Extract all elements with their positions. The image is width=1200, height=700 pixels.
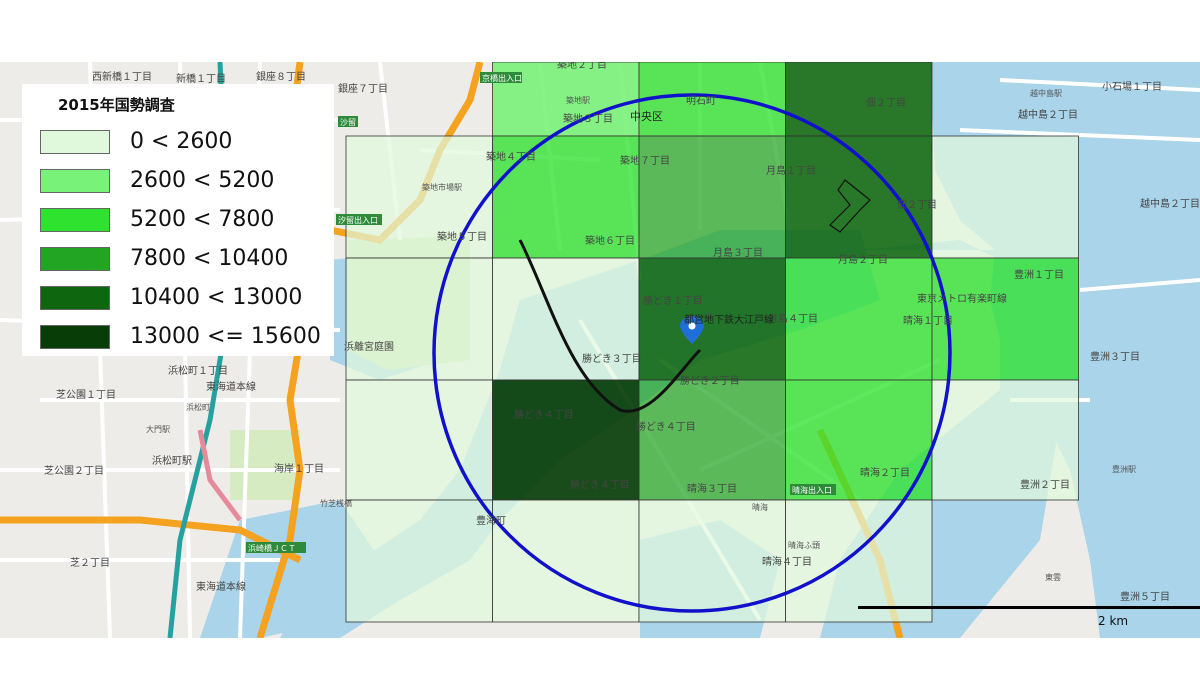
label-harumi: 晴海: [752, 502, 768, 512]
label-kachidoki5: 勝どき４丁目: [514, 408, 574, 421]
label-harumi1: 晴海１丁目: [903, 314, 953, 327]
label-nishiginbashi: 西新橋１丁目: [92, 70, 152, 83]
legend-swatch: [40, 208, 110, 232]
label-hamamatsucho1: 浜松町１丁目: [168, 364, 228, 377]
legend-swatch: [40, 286, 110, 310]
legend-swatch: [40, 169, 110, 193]
label-etchujimastation: 越中島駅: [1030, 88, 1062, 98]
grid-cell: [785, 379, 933, 501]
label-kaigan1: 海岸１丁目: [274, 462, 324, 475]
legend-swatch: [40, 247, 110, 271]
legend-title: 2015年国勢調査: [58, 96, 175, 114]
label-tsukiji2: 築地２丁目: [557, 62, 607, 71]
label-ginza8: 銀座８丁目: [256, 70, 306, 83]
label-toyomicho: 豊海町: [476, 514, 506, 527]
label-tsukishima3: 月島３丁目: [713, 246, 763, 259]
label-toyosu5: 豊洲５丁目: [1120, 590, 1170, 603]
legend-label: 0 < 2600: [130, 129, 233, 154]
label-daimon: 大門駅: [146, 424, 170, 434]
label-kachidoki4: 勝どき４丁目: [636, 420, 696, 433]
legend-row: 10400 < 13000: [40, 284, 330, 312]
legend-label: 5200 < 7800: [130, 207, 275, 232]
label-hamamatsucho: 浜松町: [186, 402, 210, 412]
label-harumifuto: 晴海ふ頭: [788, 540, 820, 550]
grid-cell: [345, 257, 493, 381]
label-etchujima: 越中島２丁目: [1140, 197, 1200, 210]
label-tsukishima2: 月島２丁目: [838, 253, 888, 266]
legend-row: 13000 <= 15600: [40, 323, 330, 351]
label-tokaido: 東海道本線: [206, 380, 256, 393]
scale-label: 2 km: [1098, 614, 1129, 628]
label-shibakoen1: 芝公園１丁目: [56, 388, 116, 401]
label-tsukuda2: 佃２丁目: [866, 96, 906, 109]
legend-swatch: [40, 130, 110, 154]
sign-harumiexit-text: 晴海出入口: [792, 485, 832, 495]
label-kachidoki6: 勝どき４丁目: [570, 478, 630, 491]
scale-bar: [858, 606, 1200, 609]
label-harumi2: 晴海２丁目: [860, 466, 910, 479]
label-tsukishima4: 月島４丁目: [768, 312, 818, 325]
label-jimbo: 浜松町駅: [152, 454, 192, 467]
legend-row: 0 < 2600: [40, 128, 330, 156]
legend-label: 13000 <= 15600: [130, 324, 321, 349]
label-takeshiba: 竹芝桟橋: [320, 498, 352, 508]
label-toyosustation: 豊洲駅: [1112, 464, 1136, 474]
label-hamarikyu: 浜離宮庭園: [344, 340, 394, 353]
legend-label: 2600 < 5200: [130, 168, 275, 193]
label-tsukiji3: 築地３丁目: [563, 112, 613, 125]
legend-panel: 2015年国勢調査 0 < 2600 2600 < 5200 5200 < 78…: [22, 84, 334, 356]
label-ginza7: 銀座７丁目: [338, 82, 388, 95]
grid-cell: [492, 499, 640, 623]
sign-hamazakibashi-text: 浜崎橋ＪＣＴ: [248, 543, 296, 553]
legend-swatch: [40, 325, 110, 349]
label-toyosu1: 豊洲１丁目: [1014, 268, 1064, 281]
label-toyosu2: 豊洲２丁目: [1020, 478, 1070, 491]
grid-cell: [638, 135, 786, 259]
marker-label: 都営地下鉄大江戸線: [684, 313, 774, 326]
legend-label: 7800 < 10400: [130, 246, 289, 271]
label-koishiba: 小石場１丁目: [1102, 80, 1162, 93]
label-tokaido2: 東海道本線: [196, 580, 246, 593]
label-kachidoki1: 勝どき１丁目: [643, 294, 703, 307]
label-harumi3: 晴海３丁目: [687, 482, 737, 495]
label-chuoku: 中央区: [630, 110, 663, 123]
label-etchujima2: 越中島２丁目: [1018, 108, 1078, 121]
label-tsukijishijo: 築地市場駅: [422, 182, 462, 192]
label-kachidoki2: 勝どき２丁目: [680, 374, 740, 387]
grid-cell: [345, 499, 493, 623]
label-yurakucho: 東京メトロ有楽町線: [917, 292, 1007, 305]
label-tsukijistation: 築地駅: [566, 95, 590, 105]
label-tsukishima1: 月島１丁目: [766, 164, 816, 177]
grid-cell: [638, 379, 786, 501]
grid-cell: [785, 62, 933, 137]
label-tsukiji5: 築地５丁目: [437, 230, 487, 243]
label-toyosu3: 豊洲３丁目: [1090, 350, 1140, 363]
grid-cell: [931, 135, 1079, 259]
legend-label: 10400 < 13000: [130, 285, 303, 310]
label-kachidoki3: 勝どき３丁目: [582, 352, 642, 365]
sign-uradan-text: 沙留: [340, 117, 356, 127]
label-shiba2: 芝２丁目: [70, 556, 110, 569]
sign-kyomachi-text: 京橋出入口: [482, 73, 522, 83]
label-tsukuda2b: 佃２丁目: [897, 198, 937, 211]
label-tsukiji6: 築地６丁目: [585, 234, 635, 247]
sign-kaijotaki-text: 汐留出入口: [338, 215, 378, 225]
label-shibakoen2: 芝公園２丁目: [44, 464, 104, 477]
legend-row: 7800 < 10400: [40, 245, 330, 273]
legend-row: 2600 < 5200: [40, 167, 330, 195]
label-akashicho: 明石町: [686, 95, 716, 107]
label-harumi4: 晴海４丁目: [762, 555, 812, 568]
legend-row: 5200 < 7800: [40, 206, 330, 234]
label-shinonome: 東雲: [1045, 572, 1061, 582]
label-tsukiji4: 築地４丁目: [486, 150, 536, 163]
label-tsukiji7: 築地７丁目: [620, 154, 670, 167]
